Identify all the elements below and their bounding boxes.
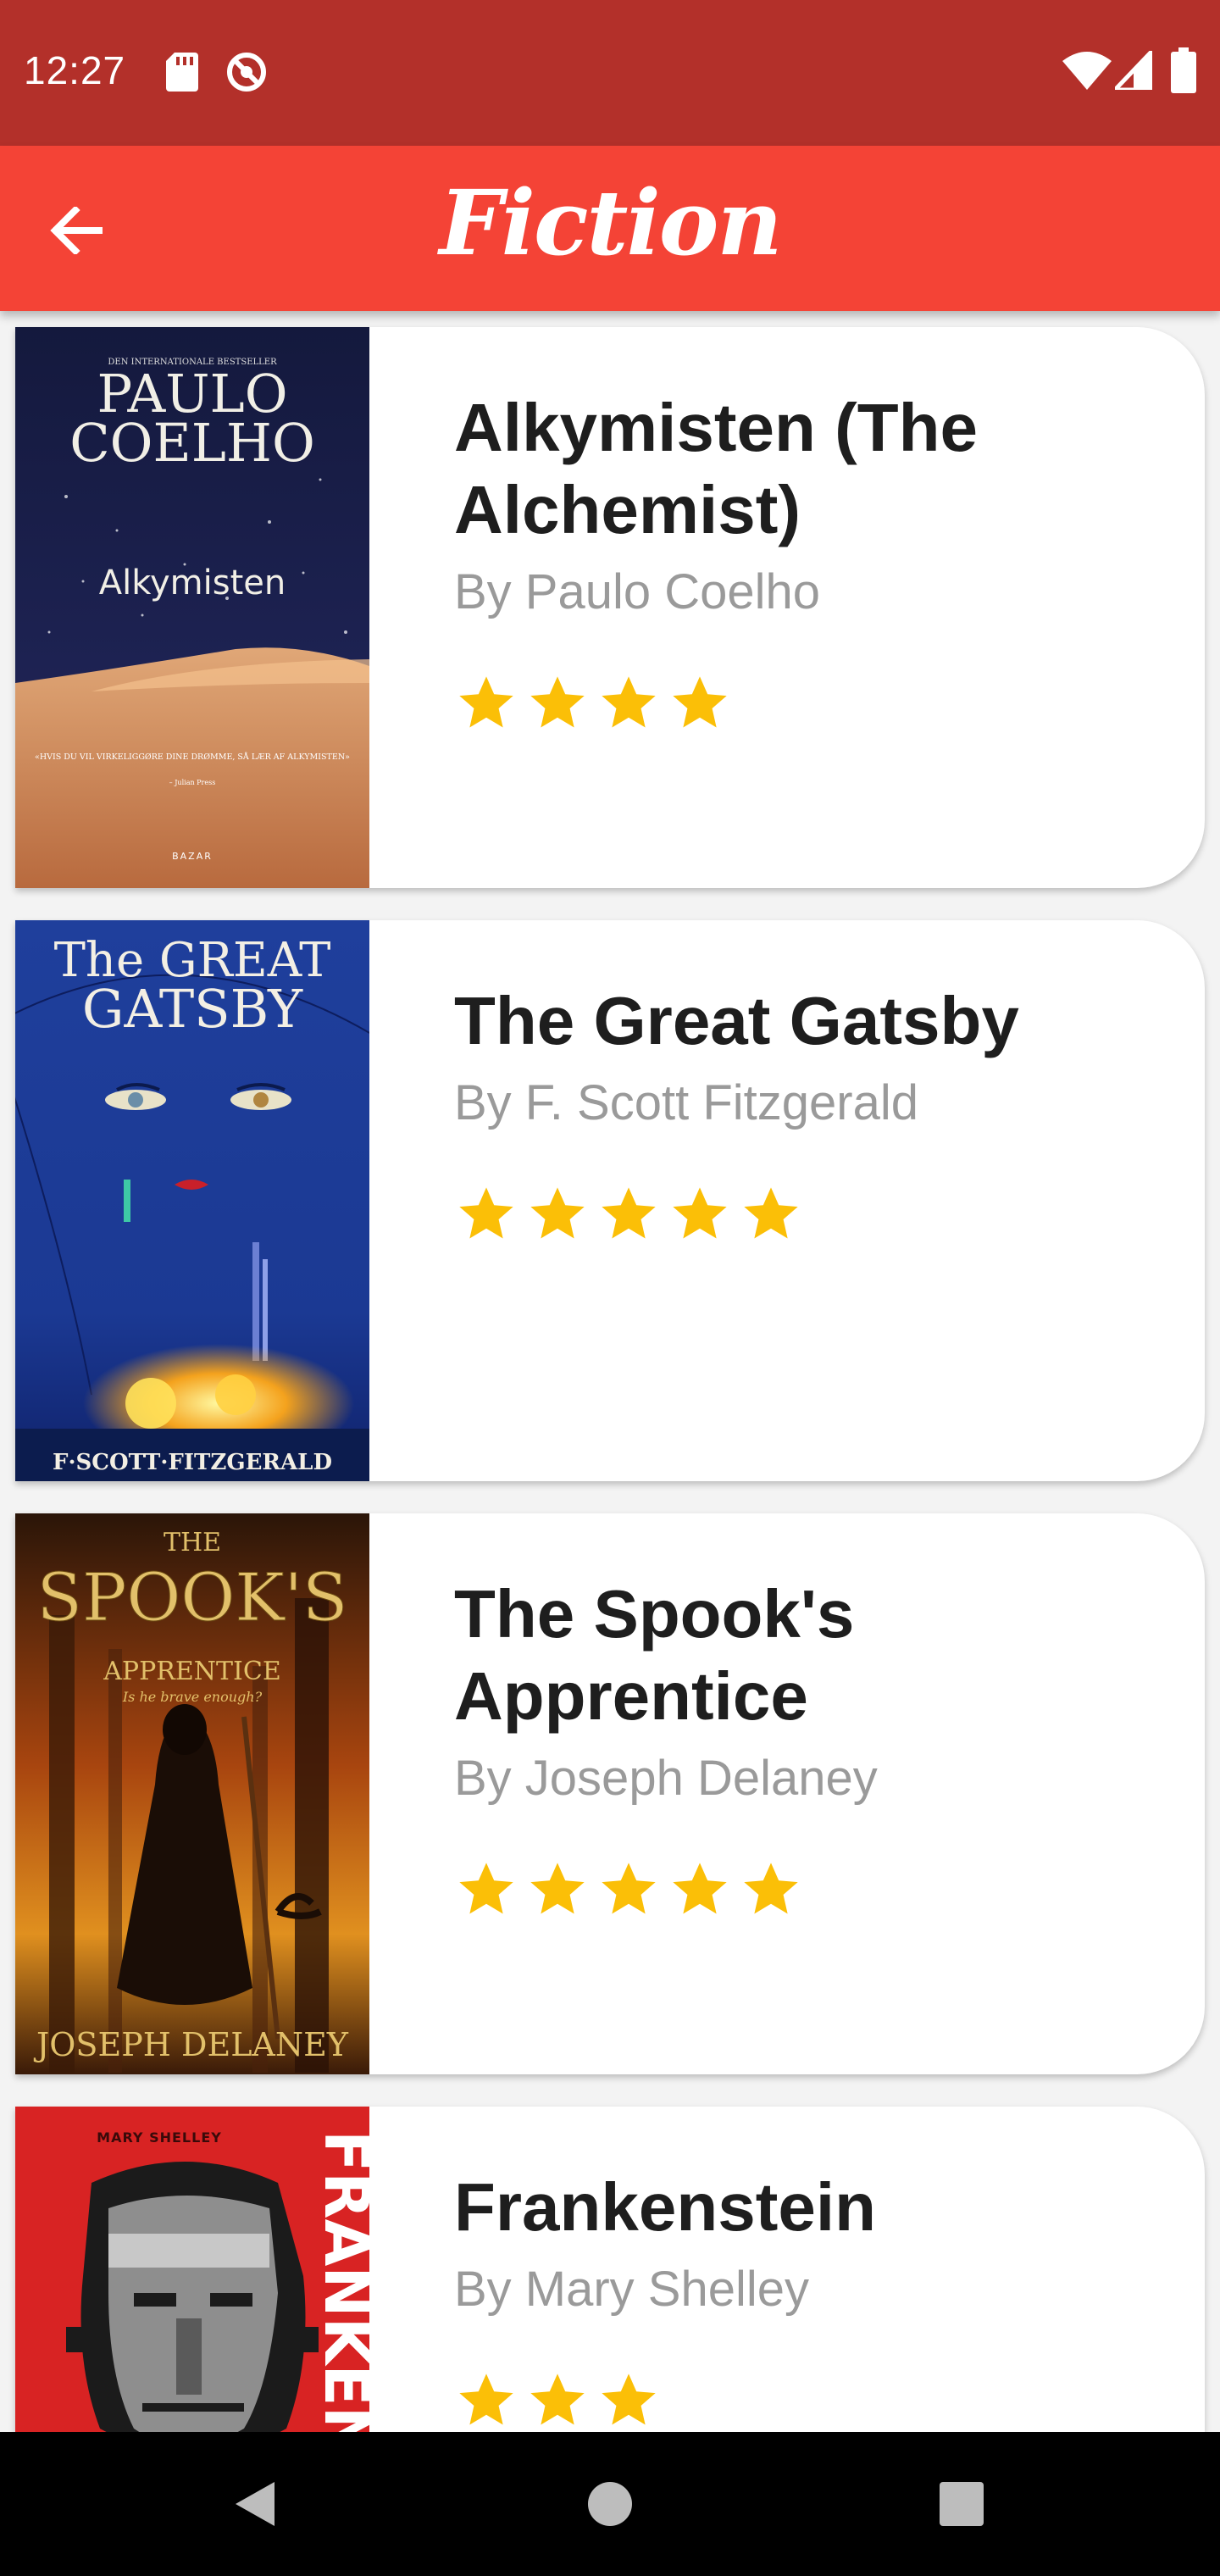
cover-title: SPOOK'S xyxy=(37,1560,348,1636)
rating-stars xyxy=(454,671,1149,736)
app-bar: Fiction xyxy=(0,146,1220,311)
book-title: Alkymisten (The Alchemist) xyxy=(454,390,978,547)
book-title: Frankenstein xyxy=(454,2169,876,2245)
star-icon xyxy=(602,1187,656,1239)
star-icon xyxy=(673,1187,727,1239)
star-icon xyxy=(673,1863,727,1914)
battery-icon xyxy=(1171,47,1196,93)
cover-quote: «HVIS DU VIL VIRKELIGGØRE DINE DRØMME, S… xyxy=(35,752,350,762)
cover-title-line2: GATSBY xyxy=(82,978,303,1040)
star-icon xyxy=(602,1863,656,1914)
star-icon xyxy=(459,1863,513,1914)
navigation-bar xyxy=(0,2432,1220,2576)
star-icon xyxy=(744,1187,798,1239)
cover-title: FRANKENSTEIN xyxy=(311,2130,369,2432)
star-icon xyxy=(530,1863,585,1914)
star-icon xyxy=(530,676,585,728)
star-icon xyxy=(530,1187,585,1239)
status-bar: 12:27 xyxy=(0,0,1220,146)
book-cover-alchemist: DEN INTERNATIONALE BESTSELLER PAULO COEL… xyxy=(15,327,369,888)
cover-subtitle: APPRENTICE xyxy=(103,1657,281,1686)
book-cover-frankenstein: MARY SHELLEY FRANKENSTEIN xyxy=(15,2107,369,2432)
cover-author: MARY SHELLEY xyxy=(97,2129,222,2146)
rating-stars xyxy=(454,2368,1149,2432)
star-icon xyxy=(459,1187,513,1239)
star-icon xyxy=(459,2373,513,2425)
recents-square-icon xyxy=(940,2482,984,2526)
wifi-icon xyxy=(1062,52,1112,90)
book-cover-spooks-apprentice: THE SPOOK'S APPRENTICE Is he brave enoug… xyxy=(15,1513,369,2074)
cover-author: F·SCOTT·FITZGERALD xyxy=(53,1450,332,1475)
app-title: Fiction xyxy=(439,169,782,275)
sd-card-icon xyxy=(166,53,198,92)
star-icon xyxy=(602,2373,656,2425)
star-icon xyxy=(602,676,656,728)
rating-stars xyxy=(454,1857,1149,1922)
star-icon xyxy=(459,676,513,728)
book-card[interactable]: The GREAT GATSBY F·SCOTT·FITZGERALD The … xyxy=(15,920,1205,1481)
book-title: The Great Gatsby xyxy=(454,983,1019,1058)
cover-illustration: The GREAT GATSBY F·SCOTT·FITZGERALD xyxy=(15,920,369,1481)
book-title: The Spook's Apprentice xyxy=(454,1576,855,1734)
nav-home-button[interactable] xyxy=(572,2466,648,2542)
star-icon xyxy=(673,676,727,728)
book-author: By Joseph Delaney xyxy=(454,1751,878,1806)
book-list: DEN INTERNATIONALE BESTSELLER PAULO COEL… xyxy=(0,311,1220,2432)
book-card[interactable]: DEN INTERNATIONALE BESTSELLER PAULO COEL… xyxy=(15,327,1205,888)
cover-the: THE xyxy=(164,1528,221,1557)
book-info: The Great Gatsby By F. Scott Fitzgerald xyxy=(454,980,1149,1246)
signal-icon xyxy=(1115,51,1152,90)
book-card[interactable]: MARY SHELLEY FRANKENSTEIN Frankenstein B… xyxy=(15,2107,1205,2432)
book-author: By Paulo Coelho xyxy=(454,564,821,619)
cover-quote-by: – Julian Press xyxy=(169,779,216,786)
cover-author: JOSEPH DELANEY xyxy=(33,2026,349,2063)
cover-title: Alkymisten xyxy=(99,564,286,602)
cover-illustration: MARY SHELLEY FRANKENSTEIN xyxy=(15,2107,369,2432)
cover-illustration: DEN INTERNATIONALE BESTSELLER PAULO COEL… xyxy=(15,327,369,888)
status-time: 12:27 xyxy=(24,48,126,92)
rating-stars xyxy=(454,1182,1149,1246)
book-cover-gatsby: The GREAT GATSBY F·SCOTT·FITZGERALD xyxy=(15,920,369,1481)
book-card[interactable]: THE SPOOK'S APPRENTICE Is he brave enoug… xyxy=(15,1513,1205,2074)
do-not-disturb-icon xyxy=(227,53,266,92)
cover-publisher: BAZAR xyxy=(172,851,213,862)
star-icon xyxy=(744,1863,798,1914)
cover-author-line2: COELHO xyxy=(69,412,315,474)
home-circle-icon xyxy=(588,2482,632,2526)
cover-illustration: THE SPOOK'S APPRENTICE Is he brave enoug… xyxy=(15,1513,369,2074)
nav-recents-button[interactable] xyxy=(923,2466,1000,2542)
book-author: By F. Scott Fitzgerald xyxy=(454,1075,918,1130)
nav-back-button[interactable] xyxy=(216,2466,292,2542)
book-info: Frankenstein By Mary Shelley xyxy=(454,2166,1149,2432)
book-info: Alkymisten (The Alchemist) By Paulo Coel… xyxy=(454,386,1149,736)
book-author: By Mary Shelley xyxy=(454,2262,810,2317)
star-icon xyxy=(530,2373,585,2425)
back-triangle-icon xyxy=(236,2482,274,2526)
cover-tagline: Is he brave enough? xyxy=(122,1689,263,1705)
book-info: The Spook's Apprentice By Joseph Delaney xyxy=(454,1573,1149,1922)
